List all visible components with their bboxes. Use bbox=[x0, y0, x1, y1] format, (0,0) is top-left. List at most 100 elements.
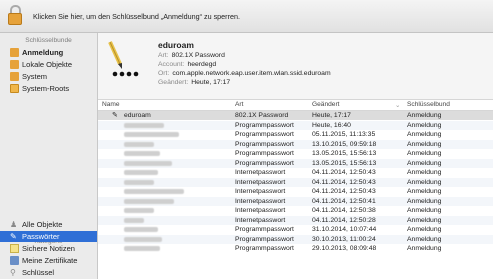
sidebar-item-anmeldung[interactable]: Anmeldung bbox=[0, 47, 97, 58]
cell-geaendert: 04.11.2014, 12:50:43 bbox=[312, 188, 376, 195]
table-row[interactable]: Programmpasswort 31.10.2014, 10:07:44 Anme… bbox=[98, 225, 493, 234]
redacted-name bbox=[124, 227, 158, 232]
cell-art: Programmpasswort bbox=[235, 226, 294, 233]
redacted-name bbox=[124, 189, 184, 194]
sidebar-item-system[interactable]: System bbox=[0, 71, 97, 82]
cell-geaendert: 04.11.2014, 12:50:41 bbox=[312, 197, 376, 205]
cell-geaendert: 13.05.2015, 15:56:13 bbox=[312, 159, 377, 167]
sidebar-item-label: System-Roots bbox=[22, 84, 70, 93]
cell-schluesselbund: Anmeldung bbox=[407, 216, 442, 224]
cell-schluesselbund: Anmeldung bbox=[407, 112, 442, 119]
sidebar-item-lokale-objekte[interactable]: Lokale Objekte bbox=[0, 59, 97, 70]
cell-geaendert: 05.11.2015, 11:13:35 bbox=[312, 131, 376, 138]
cell-art: Programmpasswort bbox=[235, 131, 294, 138]
table-row[interactable]: Programmpasswort 13.05.2015, 15:56:13 Anme… bbox=[98, 149, 493, 158]
cell-geaendert: 13.05.2015, 15:56:13 bbox=[312, 150, 377, 157]
item-geaendert: Geändert: Heute, 17:17 bbox=[158, 79, 231, 86]
cell-geaendert: Heute, 16:40 bbox=[312, 121, 351, 129]
people-icon: ♟ bbox=[10, 220, 18, 229]
item-title: eduroam bbox=[158, 40, 194, 50]
note-icon bbox=[10, 244, 19, 253]
table-row[interactable]: Programmpasswort 13.05.2015, 15:56:13 Anme… bbox=[98, 158, 493, 168]
lock-icon bbox=[10, 72, 19, 81]
main-panel: eduroam Art: 802.1X Password Account: heer… bbox=[98, 33, 493, 279]
sidebar-item-label: Meine Zertifikate bbox=[22, 256, 78, 265]
cell-art: Programmpasswort bbox=[235, 235, 294, 243]
cell-schluesselbund: Anmeldung bbox=[407, 140, 442, 148]
sidebar-item-label: System bbox=[22, 72, 48, 81]
sidebar-item-passwoerter[interactable]: ✎ Passwörter bbox=[0, 231, 97, 242]
table-row[interactable]: Internetpasswort 04.11.2014, 12:50:38 Anme… bbox=[98, 206, 493, 215]
table-row[interactable]: Programmpasswort Heute, 16:40 Anmeldung bbox=[98, 120, 493, 130]
cell-geaendert: 04.11.2014, 12:50:28 bbox=[312, 216, 376, 224]
key-icon: ⚲ bbox=[10, 268, 16, 277]
table-row[interactable]: ✎ eduroam 802.1X Password Heute, 17:17 Anmel… bbox=[98, 111, 493, 120]
table-row[interactable]: Internetpasswort 04.11.2014, 12:50:28 Anme… bbox=[98, 215, 493, 225]
cell-schluesselbund: Anmeldung bbox=[407, 178, 442, 186]
lock-message[interactable]: Klicken Sie hier, um den Schlüsselbund „… bbox=[33, 12, 240, 21]
sidebar-item-alle-objekte[interactable]: ♟ Alle Objekte bbox=[0, 219, 97, 230]
lock-open-icon bbox=[10, 48, 19, 57]
cell-schluesselbund: Anmeldung bbox=[407, 245, 442, 252]
item-ort: Ort: com.apple.network.eap.user.item.wlan… bbox=[158, 70, 331, 77]
cell-geaendert: 04.11.2014, 12:50:38 bbox=[312, 207, 376, 214]
sort-chevron-icon: ⌄ bbox=[395, 102, 401, 109]
cell-art: Internetpasswort bbox=[235, 178, 286, 186]
cell-schluesselbund: Anmeldung bbox=[407, 188, 442, 195]
sidebar-item-meine-zertifikate[interactable]: Meine Zertifikate bbox=[0, 255, 97, 266]
cell-art: Internetpasswort bbox=[235, 216, 286, 224]
cell-schluesselbund: Anmeldung bbox=[407, 159, 442, 167]
sidebar-item-sichere-notizen[interactable]: Sichere Notizen bbox=[0, 243, 97, 254]
sidebar-item-label: Anmeldung bbox=[22, 48, 64, 57]
sidebar-item-label: Passwörter bbox=[22, 232, 60, 241]
column-header-art[interactable]: Art bbox=[235, 101, 243, 108]
sidebar-item-label: Schlüssel bbox=[22, 268, 55, 277]
table-row[interactable]: Programmpasswort 30.10.2013, 11:00:24 Anme… bbox=[98, 234, 493, 244]
table-row[interactable]: Internetpasswort 04.11.2014, 12:50:43 Anme… bbox=[98, 187, 493, 196]
cell-name-text: eduroam bbox=[124, 112, 151, 119]
cell-art: Programmpasswort bbox=[235, 150, 294, 157]
cell-schluesselbund: Anmeldung bbox=[407, 235, 442, 243]
table-row[interactable]: Programmpasswort 29.10.2013, 08:09:48 Anme… bbox=[98, 244, 493, 253]
keychains-header: Schlüsselbunde bbox=[25, 37, 72, 44]
folder-icon bbox=[10, 84, 19, 93]
lock-toolbar[interactable]: Klicken Sie hier, um den Schlüsselbund „… bbox=[0, 0, 493, 33]
cell-geaendert: 31.10.2014, 10:07:44 bbox=[312, 226, 377, 233]
redacted-name bbox=[124, 132, 179, 137]
sidebar-item-schluessel[interactable]: ⚲ Schlüssel bbox=[0, 267, 97, 278]
column-header-schluesselbund[interactable]: Schlüsselbund bbox=[407, 101, 450, 108]
cell-geaendert: 29.10.2013, 08:09:48 bbox=[312, 245, 377, 252]
item-account: Account: heerdegd bbox=[158, 61, 217, 68]
table-row[interactable]: Internetpasswort 04.11.2014, 12:50:41 Anme… bbox=[98, 196, 493, 206]
cell-art: Internetpasswort bbox=[235, 188, 286, 195]
redacted-name bbox=[124, 236, 162, 242]
lock-open-icon[interactable] bbox=[8, 4, 22, 26]
table-row[interactable]: Programmpasswort 13.10.2015, 09:59:18 Anme… bbox=[98, 139, 493, 149]
cell-art: Programmpasswort bbox=[235, 159, 294, 167]
pen-icon: ✎ bbox=[112, 112, 118, 119]
table-row[interactable]: Internetpasswort 04.11.2014, 12:50:43 Anme… bbox=[98, 168, 493, 177]
table-row[interactable]: Internetpasswort 04.11.2014, 12:50:43 Anme… bbox=[98, 177, 493, 187]
cell-geaendert: 30.10.2013, 11:00:24 bbox=[312, 235, 376, 243]
column-header-geaendert[interactable]: Geändert bbox=[312, 101, 340, 108]
cell-geaendert: 04.11.2014, 12:50:43 bbox=[312, 169, 376, 176]
sidebar-item-system-roots[interactable]: System-Roots bbox=[0, 83, 97, 94]
sidebar-item-label: Lokale Objekte bbox=[22, 60, 73, 69]
cell-schluesselbund: Anmeldung bbox=[407, 150, 442, 157]
cell-schluesselbund: Anmeldung bbox=[407, 197, 442, 205]
redacted-name bbox=[124, 208, 154, 213]
cell-geaendert: Heute, 17:17 bbox=[312, 112, 351, 119]
cell-schluesselbund: Anmeldung bbox=[407, 121, 442, 129]
column-header-name[interactable]: Name bbox=[102, 101, 120, 108]
item-art: Art: 802.1X Password bbox=[158, 52, 225, 59]
redacted-name bbox=[124, 246, 160, 251]
cell-geaendert: 04.11.2014, 12:50:43 bbox=[312, 178, 376, 186]
redacted-name bbox=[124, 170, 158, 175]
table-row[interactable]: Programmpasswort 05.11.2015, 11:13:35 Anme… bbox=[98, 130, 493, 139]
redacted-name bbox=[124, 151, 160, 156]
redacted-name bbox=[124, 160, 172, 166]
redacted-name bbox=[124, 217, 144, 223]
cell-schluesselbund: Anmeldung bbox=[407, 226, 442, 233]
cell-art: Programmpasswort bbox=[235, 140, 294, 148]
item-detail: eduroam Art: 802.1X Password Account: heer… bbox=[98, 33, 493, 100]
